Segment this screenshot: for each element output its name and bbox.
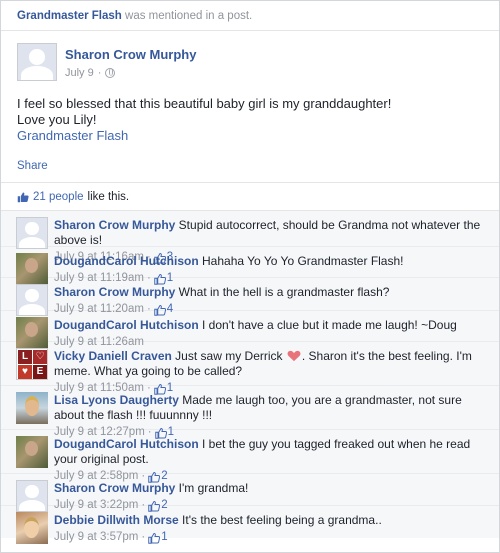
comment-row: L ♡ ♥ E Vicky Daniell Craven Just saw my Der… — [1, 341, 499, 395]
comment-text: It's the best feeling being a grandma.. — [178, 513, 382, 527]
post-text-line-1: I feel so blessed that this beautiful ba… — [17, 96, 392, 111]
avatar-letter: L — [18, 350, 32, 364]
like-thumb-icon — [148, 532, 161, 544]
comment-avatar[interactable] — [16, 284, 48, 316]
comment-content: Debbie Dillwith Morse It's the best feel… — [54, 506, 493, 544]
comment-text: I'm grandma! — [175, 481, 249, 495]
comment-author-link[interactable]: Sharon Crow Murphy — [54, 218, 175, 232]
comment-content: Sharon Crow Murphy I'm grandma! July 9 at… — [54, 474, 493, 512]
comment-like-number: 1 — [161, 531, 168, 543]
comment-avatar[interactable]: L ♡ ♥ E — [16, 348, 48, 380]
comment-author-link[interactable]: DougandCarol Hutchison — [54, 318, 199, 332]
comment-text: Hahaha Yo Yo Yo Grandmaster Flash! — [198, 254, 404, 268]
comment-text-line: DougandCarol Hutchison I bet the guy you… — [54, 437, 493, 467]
comment-author-link[interactable]: Lisa Lyons Daugherty — [54, 393, 179, 407]
post-header-text: Sharon Crow Murphy July 9 · — [65, 43, 196, 87]
comment-text-line: Sharon Crow Murphy What in the hell is a… — [54, 285, 493, 300]
comment-like-count[interactable]: 1 — [148, 530, 168, 545]
comment-content: DougandCarol Hutchison I bet the guy you… — [54, 430, 493, 483]
post-card: Grandmaster Flash was mentioned in a pos… — [0, 0, 500, 553]
comment-text-line: Vicky Daniell Craven Just saw my Derrick… — [54, 349, 493, 379]
comment-text-line: DougandCarol Hutchison I don't have a cl… — [54, 318, 493, 333]
meta-separator: · — [97, 67, 102, 79]
comment-avatar[interactable] — [16, 217, 48, 249]
mentioned-page-link[interactable]: Grandmaster Flash — [17, 10, 122, 22]
post-meta: July 9 · — [65, 67, 196, 79]
comment-avatar[interactable] — [16, 392, 48, 424]
comment-author-link[interactable]: Vicky Daniell Craven — [54, 349, 172, 363]
post: Sharon Crow Murphy July 9 · I feel so bl… — [1, 31, 499, 182]
avatar-letter: ♥ — [18, 365, 32, 379]
comment-text: I don't have a clue but it made me laugh… — [198, 318, 457, 332]
comment-content: Lisa Lyons Daugherty Made me laugh too, … — [54, 386, 493, 439]
meta-separator: · — [141, 531, 146, 543]
mention-bar: Grandmaster Flash was mentioned in a pos… — [1, 1, 499, 31]
comment-avatar[interactable] — [16, 317, 48, 349]
comment-row: Sharon Crow Murphy Stupid autocorrect, s… — [1, 211, 499, 264]
comment-avatar[interactable] — [16, 480, 48, 512]
comments-list: Sharon Crow Murphy Stupid autocorrect, s… — [1, 210, 499, 544]
comment-author-link[interactable]: Debbie Dillwith Morse — [54, 513, 179, 527]
comment-avatar[interactable] — [16, 512, 48, 544]
comment-row: Debbie Dillwith Morse It's the best feel… — [1, 505, 499, 544]
comment-row: DougandCarol Hutchison Hahaha Yo Yo Yo G… — [1, 246, 499, 285]
post-tag-link[interactable]: Grandmaster Flash — [17, 128, 483, 144]
comment-author-link[interactable]: DougandCarol Hutchison — [54, 437, 199, 451]
comment-row: Sharon Crow Murphy What in the hell is a… — [1, 277, 499, 316]
mention-text: was mentioned in a post. — [121, 10, 253, 22]
comment-text-line: Debbie Dillwith Morse It's the best feel… — [54, 513, 493, 528]
avatar-letter: E — [33, 365, 47, 379]
post-body: I feel so blessed that this beautiful ba… — [17, 96, 483, 144]
comment-text-line: Lisa Lyons Daugherty Made me laugh too, … — [54, 393, 493, 423]
comment-author-link[interactable]: Sharon Crow Murphy — [54, 481, 175, 495]
comment-author-link[interactable]: Sharon Crow Murphy — [54, 285, 175, 299]
comment-text: Just saw my Derrick — [171, 349, 286, 363]
comment-avatar[interactable] — [16, 253, 48, 285]
comment-timestamp[interactable]: July 9 at 3:57pm — [54, 530, 138, 545]
comment-text-line: Sharon Crow Murphy Stupid autocorrect, s… — [54, 218, 493, 248]
post-date[interactable]: July 9 — [65, 67, 94, 79]
likes-suffix: like this. — [87, 190, 130, 203]
like-thumb-icon — [17, 192, 29, 202]
comment-row: Sharon Crow Murphy I'm grandma! July 9 at… — [1, 473, 499, 512]
heart-emoji-icon — [287, 350, 301, 362]
comment-row: Lisa Lyons Daugherty Made me laugh too, … — [1, 385, 499, 439]
comment-content: DougandCarol Hutchison I don't have a cl… — [54, 311, 493, 348]
likes-row: 21 people like this. — [1, 182, 499, 210]
avatar-letter: ♡ — [33, 350, 47, 364]
comment-text: What in the hell is a grandmaster flash? — [175, 285, 390, 299]
share-row: Share — [17, 158, 483, 182]
post-header: Sharon Crow Murphy July 9 · — [17, 43, 483, 87]
comment-row: DougandCarol Hutchison I bet the guy you… — [1, 429, 499, 483]
post-author-avatar[interactable] — [17, 43, 57, 81]
post-text-line-2: Love you Lily! — [17, 112, 97, 127]
likes-count-link[interactable]: 21 people — [33, 191, 84, 203]
comment-meta: July 9 at 3:57pm · 1 — [54, 530, 493, 545]
share-link[interactable]: Share — [17, 160, 48, 172]
post-author-name[interactable]: Sharon Crow Murphy — [65, 47, 196, 62]
comment-author-link[interactable]: DougandCarol Hutchison — [54, 254, 199, 268]
globe-icon[interactable] — [105, 68, 116, 78]
comment-content: Vicky Daniell Craven Just saw my Derrick… — [54, 342, 493, 395]
comment-content: Sharon Crow Murphy What in the hell is a… — [54, 278, 493, 316]
comment-content: Sharon Crow Murphy Stupid autocorrect, s… — [54, 211, 493, 264]
comment-avatar[interactable] — [16, 436, 48, 468]
comment-text-line: DougandCarol Hutchison Hahaha Yo Yo Yo G… — [54, 254, 493, 269]
comment-content: DougandCarol Hutchison Hahaha Yo Yo Yo G… — [54, 247, 493, 285]
comment-row: DougandCarol Hutchison I don't have a cl… — [1, 310, 499, 349]
comment-text-line: Sharon Crow Murphy I'm grandma! — [54, 481, 493, 496]
